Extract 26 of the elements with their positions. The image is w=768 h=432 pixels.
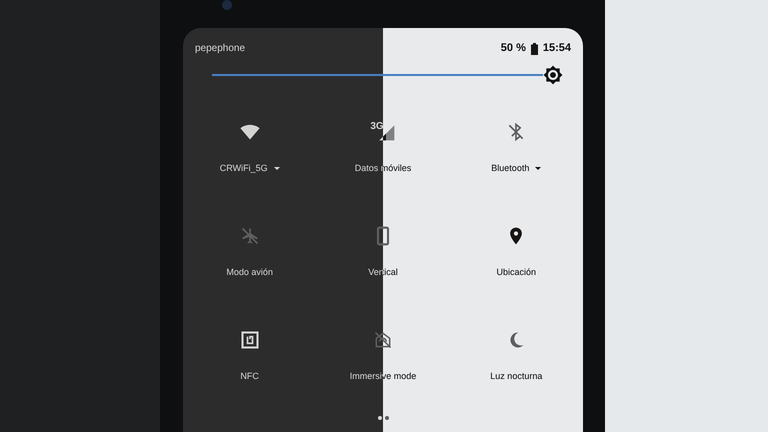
camera-icon bbox=[222, 0, 232, 10]
wifi-icon bbox=[240, 122, 260, 142]
brightness-slider[interactable] bbox=[212, 65, 563, 85]
battery-percent: 50 % bbox=[500, 41, 526, 56]
nfc-icon bbox=[240, 330, 260, 350]
brightness-thumb-icon[interactable] bbox=[543, 65, 563, 85]
tile-label: CRWiFi_5G bbox=[220, 162, 268, 175]
quick-settings-tile[interactable]: Modo avión bbox=[183, 206, 316, 310]
caret-icon[interactable] bbox=[535, 167, 542, 170]
tile-label: Modo avión bbox=[226, 266, 273, 279]
quick-settings-tile[interactable]: NFC bbox=[183, 310, 316, 414]
airplane-icon bbox=[240, 226, 260, 246]
tile-label: Bluetooth bbox=[491, 162, 530, 175]
immersive-icon bbox=[372, 330, 393, 350]
quick-settings-tile[interactable]: Bluetooth bbox=[450, 102, 583, 206]
tile-label: NFC bbox=[240, 370, 259, 383]
carrier-name: pepephone bbox=[195, 42, 246, 56]
quick-settings-tile[interactable]: Luz nocturna bbox=[450, 310, 583, 414]
clock: 15:54 bbox=[542, 41, 571, 56]
quick-settings-tile[interactable]: CRWiFi_5G bbox=[183, 102, 316, 206]
quick-settings-tile[interactable]: Ubicación bbox=[450, 206, 583, 310]
tile-label: Luz nocturna bbox=[490, 370, 542, 383]
tile-label: Ubicación bbox=[496, 266, 536, 279]
battery-icon bbox=[530, 42, 538, 54]
network-type-label: 3G bbox=[370, 122, 384, 132]
caret-icon[interactable] bbox=[274, 167, 280, 170]
